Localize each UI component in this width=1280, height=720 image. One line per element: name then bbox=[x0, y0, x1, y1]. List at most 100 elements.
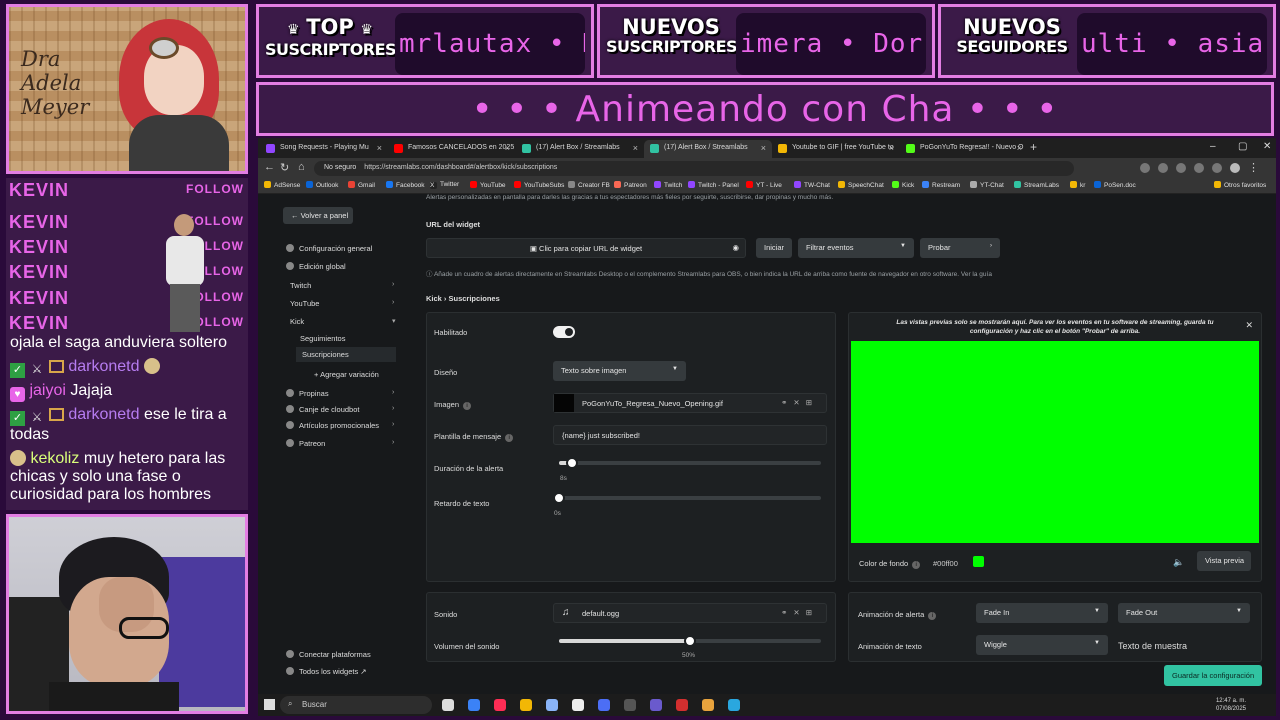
slider-knob[interactable] bbox=[553, 492, 565, 504]
bookmark[interactable]: YT - Live bbox=[746, 181, 782, 189]
nav-follows[interactable]: Seguimientos bbox=[300, 334, 345, 343]
app-icon[interactable] bbox=[572, 699, 584, 711]
bookmark[interactable]: kr bbox=[1070, 181, 1085, 189]
connect-platforms-link[interactable]: Conectar plataformas bbox=[286, 650, 371, 659]
template-field[interactable]: {name} just subscribed! bbox=[553, 425, 827, 445]
nav-kick[interactable]: Kick ▾ bbox=[290, 317, 396, 326]
bookmark[interactable]: Patreon bbox=[614, 181, 647, 189]
home-icon[interactable]: ⌂ bbox=[298, 161, 305, 173]
nav-patreon[interactable]: Patreon › bbox=[286, 439, 394, 448]
back-icon[interactable]: ← bbox=[264, 161, 275, 173]
profile-icon[interactable] bbox=[1230, 163, 1240, 173]
bookmark[interactable]: Creator FB bbox=[568, 181, 610, 189]
bookmark[interactable]: AdSense bbox=[264, 181, 300, 189]
new-tab-icon[interactable]: + bbox=[1030, 140, 1037, 154]
widget-url-field[interactable]: ▣ Clic para copiar URL de widget ◉ bbox=[426, 238, 746, 258]
nav-tips[interactable]: Propinas › bbox=[286, 389, 394, 398]
minimize-icon[interactable]: – bbox=[1210, 141, 1216, 152]
close-icon[interactable]: × bbox=[761, 143, 766, 153]
browser-tab[interactable]: Song Requests - Playing Mu × bbox=[260, 140, 388, 158]
image-actions-icon[interactable]: ⚭✕⊞ bbox=[781, 398, 818, 407]
bookmark[interactable]: YouTubeSubs bbox=[514, 181, 564, 189]
other-bookmarks[interactable]: Otros favoritos bbox=[1214, 181, 1266, 189]
bookmark[interactable]: StreamLabs bbox=[1014, 181, 1059, 189]
close-icon[interactable]: ✕ bbox=[1245, 320, 1253, 331]
close-icon[interactable]: × bbox=[633, 143, 638, 153]
sound-actions-icon[interactable]: ⚭✕⊞ bbox=[781, 608, 818, 617]
browser-tab[interactable]: Famosos CANCELADOS en 2025 × bbox=[388, 140, 516, 158]
bookmark[interactable]: YT-Chat bbox=[970, 181, 1004, 189]
browser-tab[interactable]: PoGonYuTo Regresa!! - Nuevo O × bbox=[900, 140, 1028, 158]
bookmark[interactable]: Gmail bbox=[348, 181, 375, 189]
close-icon[interactable]: × bbox=[505, 143, 510, 153]
app-icon[interactable] bbox=[468, 699, 480, 711]
nav-cloudbot[interactable]: Canje de cloudbot › bbox=[286, 405, 394, 414]
image-field[interactable]: PoGonYuTo_Regresa_Nuevo_Opening.gif ⚭✕⊞ bbox=[553, 393, 827, 413]
app-icon[interactable] bbox=[676, 699, 688, 711]
bookmark[interactable]: TW-Chat bbox=[794, 181, 830, 189]
sound-field[interactable]: ♫ default.ogg ⚭✕⊞ bbox=[553, 603, 827, 623]
close-icon[interactable]: × bbox=[377, 143, 382, 153]
menu-dots-icon[interactable]: ⋮ bbox=[1248, 161, 1259, 174]
slider-knob[interactable] bbox=[684, 635, 696, 647]
bookmark[interactable]: Facebook bbox=[386, 181, 425, 189]
speaker-icon[interactable]: 🔈 bbox=[1173, 557, 1184, 568]
animation-out-dropdown[interactable]: Fade Out ▼ bbox=[1118, 603, 1250, 623]
preview-button[interactable]: Vista previa bbox=[1197, 551, 1251, 571]
windows-start-icon[interactable] bbox=[264, 699, 275, 710]
enabled-toggle[interactable] bbox=[553, 326, 575, 338]
app-icon[interactable] bbox=[702, 699, 714, 711]
task-view-icon[interactable] bbox=[442, 699, 454, 711]
slider-knob[interactable] bbox=[566, 457, 579, 469]
edge-icon[interactable] bbox=[728, 699, 740, 711]
bookmark[interactable]: SpeechChat bbox=[838, 181, 884, 189]
animation-in-dropdown[interactable]: Fade In ▼ bbox=[976, 603, 1108, 623]
bookmark[interactable]: X Twitter bbox=[430, 181, 459, 189]
nav-general-settings[interactable]: Configuración general bbox=[286, 244, 372, 253]
extension-icon[interactable] bbox=[1158, 163, 1168, 173]
nav-subscriptions[interactable]: Suscripciones bbox=[296, 347, 396, 362]
all-widgets-link[interactable]: Todos los widgets ↗ bbox=[286, 667, 367, 676]
reload-icon[interactable]: ↻ bbox=[280, 161, 289, 174]
back-to-dashboard-button[interactable]: ← Volver a panel bbox=[283, 207, 353, 224]
url-field[interactable]: No seguro https://streamlabs.com/dashboar… bbox=[314, 161, 1074, 176]
browser-tab-active[interactable]: (17) Alert Box / Streamlabs × bbox=[644, 140, 772, 158]
add-variation-link[interactable]: + Agregar variación bbox=[314, 370, 379, 379]
window-close-icon[interactable]: ✕ bbox=[1263, 141, 1271, 152]
nav-global-edit[interactable]: Edición global bbox=[286, 262, 346, 271]
filter-events-dropdown[interactable]: Filtrar eventos ▼ bbox=[798, 238, 914, 258]
app-icon[interactable] bbox=[546, 699, 558, 711]
app-icon[interactable] bbox=[494, 699, 506, 711]
text-animation-dropdown[interactable]: Wiggle ▼ bbox=[976, 635, 1108, 655]
delay-slider[interactable] bbox=[553, 492, 821, 504]
duration-slider[interactable] bbox=[559, 457, 821, 469]
taskbar-clock[interactable]: 12:47 a. m. 07/08/2025 bbox=[1216, 697, 1246, 713]
app-icon[interactable] bbox=[650, 699, 662, 711]
taskbar-search[interactable]: ⌕ Buscar bbox=[280, 696, 432, 714]
bookmark[interactable]: Twitch bbox=[654, 181, 682, 189]
nav-twitch[interactable]: Twitch › bbox=[290, 281, 394, 290]
bg-color-swatch[interactable] bbox=[973, 556, 984, 567]
extension-icon[interactable] bbox=[1140, 163, 1150, 173]
close-icon[interactable]: × bbox=[1017, 143, 1022, 153]
nav-merch[interactable]: Artículos promocionales › bbox=[286, 421, 394, 430]
bookmark[interactable]: Twitch - Panel bbox=[688, 181, 739, 189]
eye-icon[interactable]: ◉ bbox=[732, 243, 739, 252]
start-button[interactable]: Iniciar bbox=[756, 238, 792, 258]
bookmark[interactable]: YouTube bbox=[470, 181, 506, 189]
browser-tab[interactable]: Youtube to GIF | free YouTube to × bbox=[772, 140, 900, 158]
bookmark[interactable]: Restream bbox=[922, 181, 960, 189]
maximize-icon[interactable]: ▢ bbox=[1238, 141, 1247, 152]
bookmark[interactable]: PoSen.doc bbox=[1094, 181, 1136, 189]
nav-youtube[interactable]: YouTube › bbox=[290, 299, 394, 308]
extension-icon[interactable] bbox=[1176, 163, 1186, 173]
browser-tab[interactable]: (17) Alert Box / Streamlabs × bbox=[516, 140, 644, 158]
design-dropdown[interactable]: Texto sobre imagen ▼ bbox=[553, 361, 686, 381]
obs-icon[interactable] bbox=[624, 699, 636, 711]
close-icon[interactable]: × bbox=[889, 143, 894, 153]
bookmark[interactable]: Outlook bbox=[306, 181, 338, 189]
bookmark[interactable]: Kick bbox=[892, 181, 914, 189]
volume-slider[interactable] bbox=[559, 635, 821, 647]
folder-icon[interactable] bbox=[520, 699, 532, 711]
test-button[interactable]: Probar › bbox=[920, 238, 1000, 258]
